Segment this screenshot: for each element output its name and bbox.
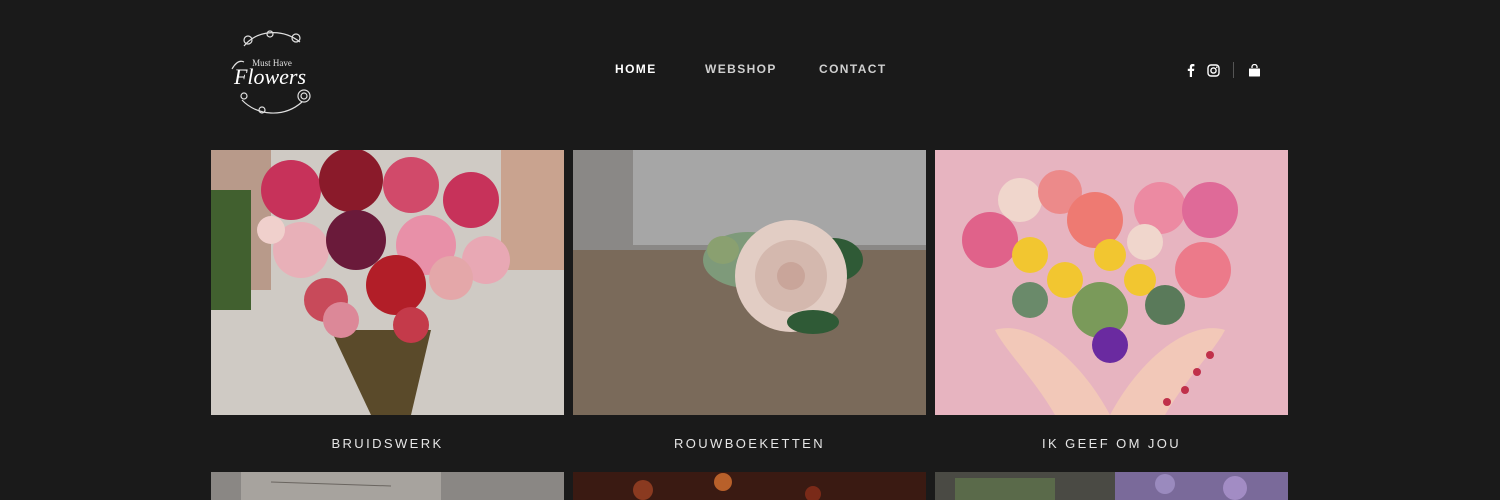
card-title-bruidswerk[interactable]: BRUIDSWERK	[211, 436, 564, 451]
card-next-2[interactable]	[573, 472, 926, 500]
card-next-1[interactable]	[211, 472, 564, 500]
card-ik-geef-om-jou[interactable]	[935, 150, 1288, 415]
nav-contact[interactable]: CONTACT	[819, 62, 887, 76]
main-nav: HOME WEBSHOP CONTACT	[0, 62, 1500, 82]
bridal-bouquet-image	[211, 150, 564, 415]
instagram-icon[interactable]	[1202, 61, 1224, 79]
shopping-bag-icon[interactable]	[1243, 61, 1265, 79]
heart-flowers-image	[935, 150, 1288, 415]
next-card-image-1	[211, 472, 564, 500]
funeral-corsage-image	[573, 150, 926, 415]
nav-webshop[interactable]: WEBSHOP	[705, 62, 777, 76]
card-title-ik-geef-om-jou[interactable]: IK GEEF OM JOU	[935, 436, 1288, 451]
next-card-image-2	[573, 472, 926, 500]
card-next-3[interactable]	[935, 472, 1288, 500]
card-bruidswerk[interactable]	[211, 150, 564, 415]
header-icons	[1180, 60, 1265, 80]
card-rouwboeketten[interactable]	[573, 150, 926, 415]
next-card-image-3	[935, 472, 1288, 500]
icon-divider	[1233, 62, 1234, 78]
nav-home[interactable]: HOME	[615, 62, 657, 76]
facebook-icon[interactable]	[1180, 61, 1202, 79]
card-title-rouwboeketten[interactable]: ROUWBOEKETTEN	[573, 436, 926, 451]
